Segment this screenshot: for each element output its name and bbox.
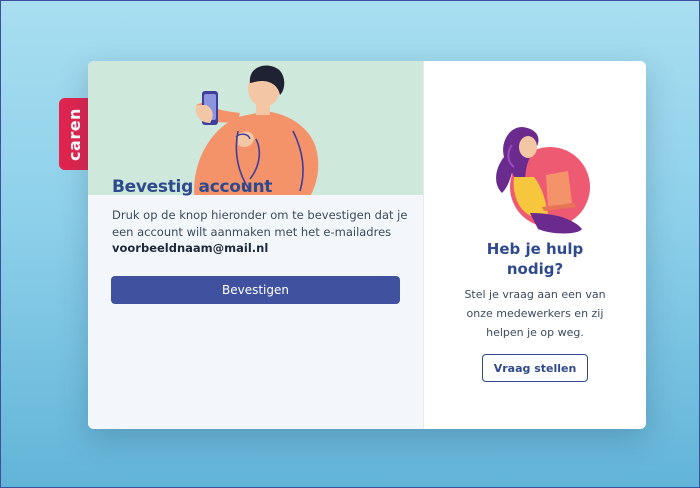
help-panel: Heb je hulp nodig? Stel je vraag aan een… bbox=[424, 61, 646, 429]
hero-banner bbox=[88, 61, 423, 195]
confirm-account-card: Bevestig account Druk op de knop hierond… bbox=[88, 61, 646, 429]
brand-logo-text: caren bbox=[64, 107, 84, 161]
help-title-line2: nodig? bbox=[506, 260, 564, 278]
help-text-line3: helpen je op weg. bbox=[486, 326, 584, 339]
ask-question-button[interactable]: Vraag stellen bbox=[482, 354, 588, 382]
caren-brand-tab: caren bbox=[59, 98, 89, 170]
confirm-description: Druk op de knop hieronder om te bevestig… bbox=[112, 208, 408, 239]
confirm-panel: Bevestig account Druk op de knop hierond… bbox=[88, 61, 423, 429]
help-text-line2: onze medewerkers en zij bbox=[466, 307, 604, 320]
woman-with-laptop-illustration bbox=[496, 127, 590, 234]
confirm-button[interactable]: Bevestigen bbox=[111, 276, 400, 304]
page-background: caren Bevestig account Druk op de knop h… bbox=[0, 0, 700, 488]
email-address: voorbeeldnaam@mail.nl bbox=[112, 241, 269, 255]
help-title-line1: Heb je hulp bbox=[486, 240, 584, 258]
help-description: Stel je vraag aan een van onze medewerke… bbox=[446, 285, 624, 342]
confirm-account-title: Bevestig account bbox=[112, 177, 273, 197]
help-title: Heb je hulp nodig? bbox=[424, 239, 646, 279]
person-with-phone-illustration bbox=[194, 65, 319, 195]
help-text-line1: Stel je vraag aan een van bbox=[464, 288, 606, 301]
